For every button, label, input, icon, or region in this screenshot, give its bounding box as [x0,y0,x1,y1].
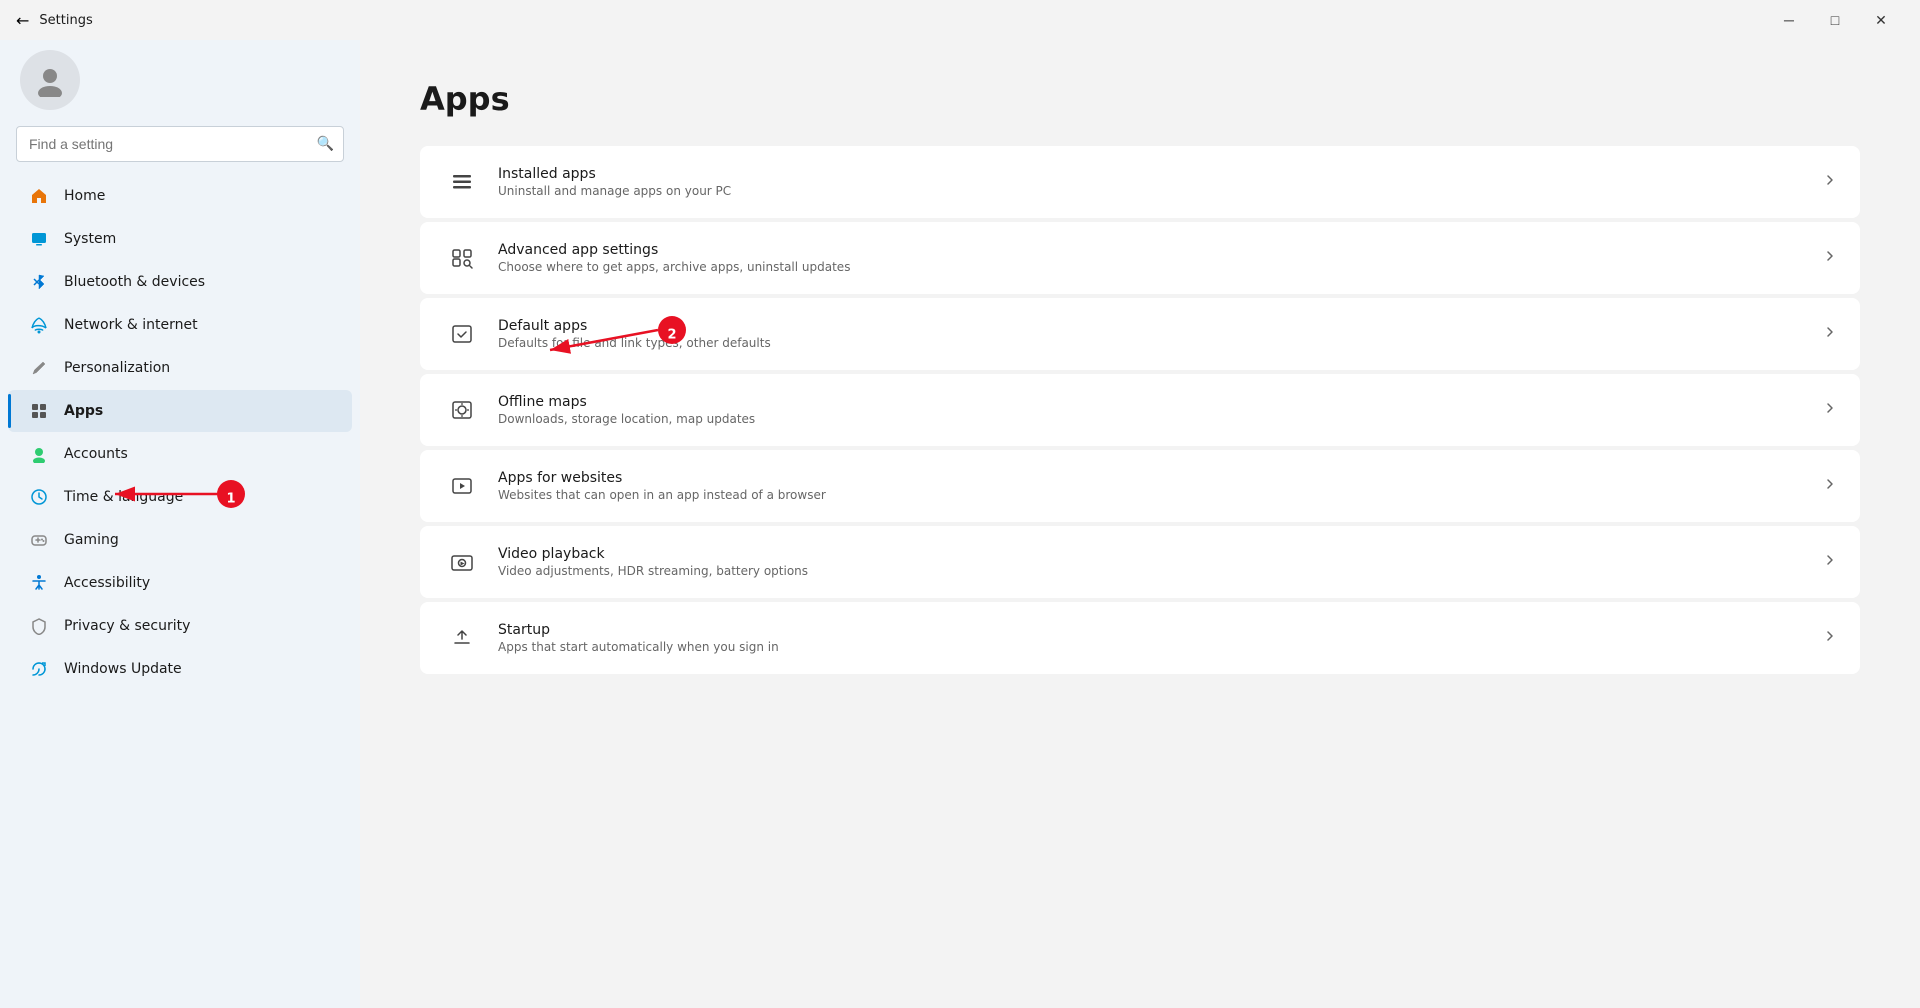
installed-apps-text: Installed apps Uninstall and manage apps … [498,166,1806,198]
sidebar-item-accounts[interactable]: Accounts [8,433,352,475]
installed-apps-desc: Uninstall and manage apps on your PC [498,184,1806,198]
sidebar-item-privacy[interactable]: Privacy & security [8,605,352,647]
installed-apps-icon [444,164,480,200]
video-playback-chevron-icon [1824,554,1836,570]
startup-text: Startup Apps that start automatically whe… [498,622,1806,654]
settings-item-advanced-app-settings[interactable]: Advanced app settings Choose where to get… [420,222,1860,294]
page-title: Apps [420,80,1860,118]
close-button[interactable]: ✕ [1858,4,1904,36]
apps-for-websites-desc: Websites that can open in an app instead… [498,488,1806,502]
apps-icon [28,400,50,422]
advanced-app-settings-icon [444,240,480,276]
accounts-icon [28,443,50,465]
sidebar-item-label: Accounts [64,446,128,462]
app-body: 🔍 Home System Bluetooth & devices Network &… [0,40,1920,1008]
apps-for-websites-icon [444,468,480,504]
sidebar-item-label: Bluetooth & devices [64,274,205,290]
sidebar-item-label: Time & language [64,489,183,505]
offline-maps-text: Offline maps Downloads, storage location,… [498,394,1806,426]
sidebar-item-accessibility[interactable]: Accessibility [8,562,352,604]
main-content: Apps Installed apps Uninstall and manage … [360,40,1920,1008]
advanced-app-settings-desc: Choose where to get apps, archive apps, … [498,260,1806,274]
offline-maps-title: Offline maps [498,394,1806,410]
sidebar-item-home[interactable]: Home [8,175,352,217]
apps-for-websites-title: Apps for websites [498,470,1806,486]
sidebar-item-personalization[interactable]: Personalization [8,347,352,389]
settings-item-video-playback[interactable]: Video playback Video adjustments, HDR str… [420,526,1860,598]
sidebar-item-network[interactable]: Network & internet [8,304,352,346]
sidebar-item-label: Network & internet [64,317,198,333]
advanced-app-settings-chevron-icon [1824,250,1836,266]
video-playback-desc: Video adjustments, HDR streaming, batter… [498,564,1806,578]
accessibility-icon [28,572,50,594]
sidebar-item-label: Home [64,188,105,204]
time-icon [28,486,50,508]
sidebar-item-label: Accessibility [64,575,150,591]
personalization-icon [28,357,50,379]
network-icon [28,314,50,336]
nav-list: Home System Bluetooth & devices Network & i… [0,174,360,691]
sidebar-item-label: System [64,231,116,247]
startup-desc: Apps that start automatically when you s… [498,640,1806,654]
settings-item-offline-maps[interactable]: Offline maps Downloads, storage location,… [420,374,1860,446]
app-title: Settings [39,13,92,28]
minimize-button[interactable]: ─ [1766,4,1812,36]
sidebar-item-apps[interactable]: Apps [8,390,352,432]
settings-item-apps-for-websites[interactable]: Apps for websites Websites that can open … [420,450,1860,522]
bluetooth-icon [28,271,50,293]
title-bar-left: ← Settings [16,11,93,30]
window-controls: ─ □ ✕ [1766,4,1904,36]
settings-item-installed-apps[interactable]: Installed apps Uninstall and manage apps … [420,146,1860,218]
search-input[interactable] [16,126,344,162]
sidebar-item-system[interactable]: System [8,218,352,260]
installed-apps-chevron-icon [1824,174,1836,190]
user-section [0,40,360,126]
advanced-app-settings-title: Advanced app settings [498,242,1806,258]
startup-chevron-icon [1824,630,1836,646]
offline-maps-icon [444,392,480,428]
default-apps-chevron-icon [1824,326,1836,342]
video-playback-text: Video playback Video adjustments, HDR str… [498,546,1806,578]
apps-for-websites-chevron-icon [1824,478,1836,494]
apps-for-websites-text: Apps for websites Websites that can open … [498,470,1806,502]
title-bar: ← Settings ─ □ ✕ [0,0,1920,40]
sidebar-item-gaming[interactable]: Gaming [8,519,352,561]
sidebar-item-bluetooth[interactable]: Bluetooth & devices [8,261,352,303]
default-apps-title: Default apps [498,318,1806,334]
sidebar-item-label: Personalization [64,360,170,376]
sidebar-item-label: Apps [64,403,103,419]
default-apps-desc: Defaults for file and link types, other … [498,336,1806,350]
privacy-icon [28,615,50,637]
startup-title: Startup [498,622,1806,638]
sidebar-item-label: Windows Update [64,661,182,677]
offline-maps-chevron-icon [1824,402,1836,418]
default-apps-icon [444,316,480,352]
advanced-app-settings-text: Advanced app settings Choose where to get… [498,242,1806,274]
sidebar: 🔍 Home System Bluetooth & devices Network &… [0,40,360,1008]
startup-icon [444,620,480,656]
settings-item-startup[interactable]: Startup Apps that start automatically whe… [420,602,1860,674]
video-playback-title: Video playback [498,546,1806,562]
home-icon [28,185,50,207]
offline-maps-desc: Downloads, storage location, map updates [498,412,1806,426]
gaming-icon [28,529,50,551]
sidebar-item-update[interactable]: Windows Update [8,648,352,690]
video-playback-icon [444,544,480,580]
installed-apps-title: Installed apps [498,166,1806,182]
default-apps-text: Default apps Defaults for file and link t… [498,318,1806,350]
maximize-button[interactable]: □ [1812,4,1858,36]
back-icon: ← [16,11,29,30]
settings-item-default-apps[interactable]: Default apps Defaults for file and link t… [420,298,1860,370]
sidebar-item-time[interactable]: Time & language [8,476,352,518]
system-icon [28,228,50,250]
sidebar-item-label: Gaming [64,532,119,548]
update-icon [28,658,50,680]
settings-list: Installed apps Uninstall and manage apps … [420,146,1860,674]
sidebar-item-label: Privacy & security [64,618,190,634]
search-box: 🔍 [16,126,344,162]
search-icon: 🔍 [317,136,334,152]
avatar [20,50,80,110]
